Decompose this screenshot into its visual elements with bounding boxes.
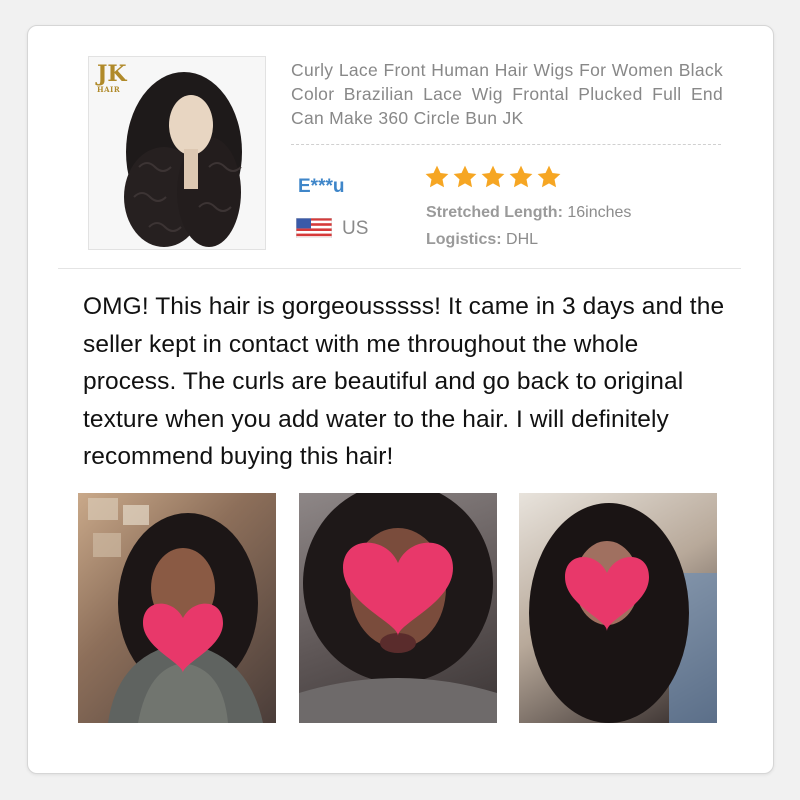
star-icon bbox=[481, 165, 505, 188]
section-divider bbox=[58, 268, 741, 269]
customer-photo-2-image bbox=[299, 493, 497, 723]
title-divider bbox=[291, 144, 721, 145]
review-text: OMG! This hair is gorgeousssss! It came … bbox=[83, 293, 725, 470]
spec-length-label: Stretched Length: bbox=[426, 204, 563, 221]
star-icon bbox=[425, 165, 449, 188]
spec-logistics-value: DHL bbox=[506, 231, 539, 248]
brand-logo-subtext: HAIR bbox=[97, 85, 121, 94]
customer-photo-3[interactable] bbox=[519, 493, 717, 723]
star-icon bbox=[453, 165, 477, 188]
star-icon bbox=[537, 165, 561, 188]
product-thumbnail[interactable]: JK HAIR bbox=[88, 56, 266, 250]
customer-photo-1-image bbox=[88, 498, 263, 723]
spec-logistics: Logistics: DHL bbox=[426, 231, 538, 249]
spec-logistics-label: Logistics: bbox=[426, 231, 502, 248]
product-title[interactable]: Curly Lace Front Human Hair Wigs For Wom… bbox=[291, 58, 723, 130]
star-icon bbox=[509, 165, 533, 188]
spec-length-value: 16inches bbox=[567, 204, 632, 221]
us-flag-icon bbox=[296, 218, 332, 238]
reviewer-country: US bbox=[342, 218, 369, 239]
reviewer-name: E***u bbox=[298, 176, 345, 197]
customer-photo-1[interactable] bbox=[78, 493, 276, 723]
review-card: JK HAIR Curly Lace Front Human Hair Wigs… bbox=[27, 25, 774, 774]
spec-stretched-length: Stretched Length: 16inches bbox=[426, 204, 631, 222]
brand-logo-text: JK bbox=[97, 61, 127, 87]
customer-photo-3-image bbox=[529, 503, 717, 723]
star-rating bbox=[424, 164, 562, 190]
customer-photo-2[interactable] bbox=[299, 493, 497, 723]
brand-logo: JK HAIR bbox=[97, 61, 127, 99]
